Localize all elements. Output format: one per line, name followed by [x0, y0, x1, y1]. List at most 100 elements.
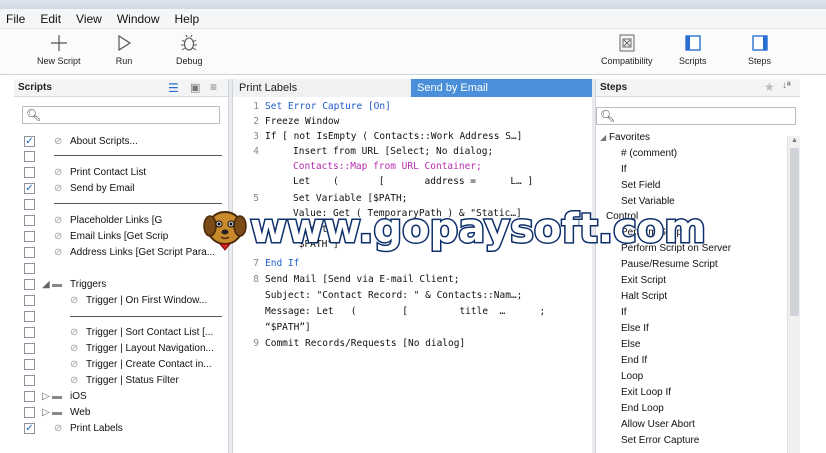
list-view-icon[interactable]: ☰ [168, 81, 179, 95]
disclosure-closed-icon[interactable]: ▷ [42, 407, 50, 418]
menu-view[interactable]: View [76, 12, 102, 26]
star-icon[interactable]: ★ [764, 80, 775, 94]
script-checkbox[interactable] [24, 198, 35, 210]
script-icon: ⊘ [54, 230, 63, 242]
script-checkbox[interactable]: ✓ [24, 135, 35, 147]
step-item[interactable]: Allow User Abort [621, 419, 695, 434]
scripts-toggle-button[interactable]: Scripts [679, 33, 707, 66]
script-icon: ⊘ [54, 166, 63, 178]
script-checkbox[interactable] [24, 390, 35, 402]
step-item[interactable]: Set Error Capture [621, 435, 699, 450]
steps-scrollbar[interactable]: ▲ [787, 136, 800, 453]
script-checkbox[interactable] [24, 342, 35, 354]
menu-file[interactable]: File [6, 12, 25, 26]
disclosure-closed-icon[interactable]: ▷ [42, 391, 50, 402]
step-item[interactable]: Set Field [621, 180, 660, 195]
menu-window[interactable]: Window [117, 12, 160, 26]
script-item[interactable]: ✓ ⊘ About Scripts... [14, 133, 228, 149]
script-checkbox[interactable] [24, 278, 35, 290]
script-checkbox[interactable] [24, 166, 35, 178]
script-item[interactable]: ⊘ Trigger | Create Contact in... [14, 356, 228, 372]
script-checkbox[interactable]: ✓ [24, 182, 35, 194]
folder-icon: ▬ [52, 406, 62, 418]
new-script-button[interactable]: New Script [37, 33, 81, 66]
steps-search-input[interactable] [615, 109, 774, 123]
steps-toggle-button[interactable]: Steps [748, 33, 771, 66]
disclosure-open-icon[interactable]: ◢ [42, 279, 50, 290]
step-item[interactable]: Pause/Resume Script [621, 259, 718, 274]
step-group-control[interactable]: Control [606, 211, 638, 226]
search-icon: 🔍︎ [26, 108, 42, 122]
step-item[interactable]: Perform Script on Server [621, 243, 731, 258]
steps-panel-header: Steps ★ ↓ᵃ [596, 79, 800, 97]
folder-icon[interactable]: ▣ [190, 81, 200, 94]
script-item[interactable]: ✓ ⊘ Send by Email [14, 180, 228, 196]
step-item[interactable]: Set Variable [621, 196, 675, 211]
scroll-up-icon[interactable]: ▲ [791, 137, 798, 144]
step-item[interactable]: # (comment) [621, 148, 677, 163]
script-checkbox[interactable] [24, 310, 35, 322]
steps-header-label: Steps [600, 82, 628, 93]
steps-panel-icon [751, 35, 768, 51]
step-item[interactable]: Else If [621, 323, 649, 338]
script-item[interactable] [14, 260, 228, 276]
folder-item-web[interactable]: ▷ ▬ Web [14, 404, 228, 420]
scripts-search-input[interactable] [41, 108, 198, 122]
run-label: Run [115, 56, 133, 66]
script-checkbox[interactable] [24, 374, 35, 386]
script-item[interactable]: ⊘ Email Links [Get Scrip [14, 228, 228, 244]
script-checkbox[interactable] [24, 326, 35, 338]
script-item[interactable]: ⊘ Trigger | Layout Navigation... [14, 340, 228, 356]
script-checkbox[interactable] [24, 262, 35, 274]
script-item[interactable]: ⊘ Trigger | Sort Contact List [... [14, 324, 228, 340]
step-item[interactable]: If [621, 164, 627, 179]
tab-print-labels[interactable]: Print Labels [233, 79, 411, 97]
script-checkbox[interactable]: ✓ [24, 422, 35, 434]
steps-search[interactable]: 🔍︎ [596, 107, 796, 125]
scripts-search[interactable]: 🔍︎ [22, 106, 220, 124]
script-item[interactable]: ✓ ⊘ Print Labels [14, 420, 228, 436]
step-item[interactable]: Loop [621, 371, 643, 386]
menu-help[interactable]: Help [175, 12, 200, 26]
script-checkbox[interactable] [24, 406, 35, 418]
script-checkbox[interactable] [24, 358, 35, 370]
step-item[interactable]: End Loop [621, 403, 664, 418]
script-checkbox[interactable] [24, 214, 35, 226]
folder-item-ios[interactable]: ▷ ▬ iOS [14, 388, 228, 404]
script-checkbox[interactable] [24, 230, 35, 242]
folder-icon: ▬ [52, 278, 62, 290]
step-item[interactable]: End If [621, 355, 647, 370]
script-checkbox[interactable] [24, 150, 35, 162]
step-item[interactable]: Halt Script [621, 291, 667, 306]
scripts-toggle-label: Scripts [679, 56, 707, 66]
step-item[interactable]: Perform Script [621, 227, 685, 242]
script-editor[interactable]: 1 Set Error Capture [On] 2 Freeze Window 3… [233, 97, 592, 453]
debug-button[interactable]: Debug [176, 33, 203, 66]
run-button[interactable]: Run [114, 33, 134, 66]
step-group-favorites[interactable]: ◢ Favorites [600, 132, 650, 147]
step-item[interactable]: Exit Script [621, 275, 666, 290]
menu-edit[interactable]: Edit [40, 12, 61, 26]
script-checkbox[interactable] [24, 294, 35, 306]
script-item[interactable]: ⊘ Trigger | On First Window... [14, 292, 228, 308]
script-item[interactable]: ⊘ Trigger | Status Filter [14, 372, 228, 388]
script-item[interactable]: ⊘ Placeholder Links [G [14, 212, 228, 228]
step-item[interactable]: Else [621, 339, 640, 354]
compatibility-button[interactable]: Compatibility [601, 33, 653, 66]
script-checkbox[interactable] [24, 246, 35, 258]
script-separator [70, 316, 222, 317]
scrollbar-thumb[interactable] [790, 148, 799, 316]
tab-send-by-email[interactable]: Send by Email [411, 79, 592, 97]
step-item[interactable]: If [621, 307, 627, 322]
script-icon: ⊘ [70, 294, 79, 306]
sort-az-icon[interactable]: ↓ᵃ [782, 80, 791, 91]
script-separator [54, 203, 222, 204]
script-item[interactable] [14, 148, 228, 164]
folder-icon: ▬ [52, 390, 62, 402]
script-item[interactable]: ⊘ Print Contact List [14, 164, 228, 180]
script-item[interactable] [14, 196, 228, 212]
step-item[interactable]: Exit Loop If [621, 387, 671, 402]
script-item[interactable]: ⊘ Address Links [Get Script Para... [14, 244, 228, 260]
menu-icon[interactable]: ≡ [210, 80, 217, 94]
folder-item-triggers[interactable]: ◢ ▬ Triggers [14, 276, 228, 292]
